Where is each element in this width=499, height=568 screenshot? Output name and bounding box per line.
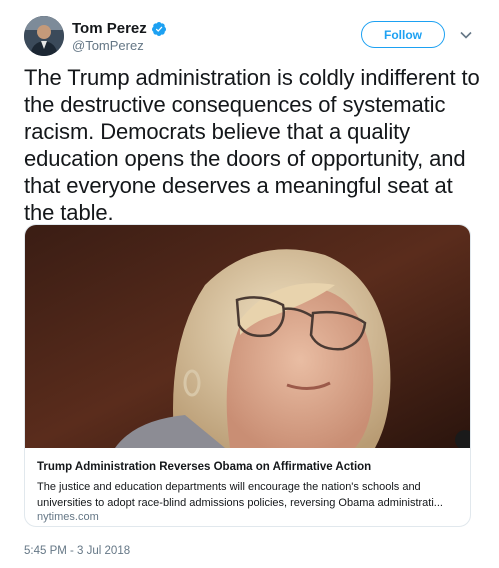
tweet-timestamp[interactable]: 5:45 PM - 3 Jul 2018 [24,545,130,557]
link-card[interactable]: Trump Administration Reverses Obama on A… [24,224,471,527]
author-name[interactable]: Tom Perez [72,20,147,37]
card-domain: nytimes.com [37,511,99,523]
author-handle[interactable]: @TomPerez [72,38,144,53]
card-image [25,225,470,448]
tweet-text: The Trump administration is coldly indif… [24,65,480,225]
card-description: The justice and education departments wi… [37,481,443,509]
card-title[interactable]: Trump Administration Reverses Obama on A… [37,461,371,473]
author-row: Tom Perez [72,20,167,37]
chevron-down-icon[interactable] [459,28,473,42]
verified-badge-icon [151,21,166,36]
avatar-image [24,16,64,56]
follow-button[interactable]: Follow [361,21,445,48]
avatar[interactable] [24,16,64,56]
